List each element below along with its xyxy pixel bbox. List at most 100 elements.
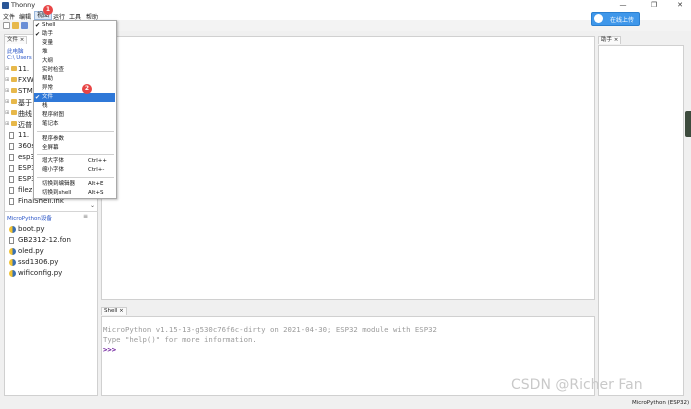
step-badge: 1 xyxy=(43,5,53,15)
local-file-item[interactable]: 11. xyxy=(18,131,29,139)
view-menu-item[interactable]: 异常 xyxy=(34,84,115,93)
folder-icon xyxy=(11,99,17,104)
assistant-panel xyxy=(598,45,684,396)
shell-output-line: MicroPython v1.15-13-g530c76f6c-dirty on… xyxy=(103,325,437,334)
code-editor[interactable] xyxy=(101,36,595,300)
view-menu-item-label: 异常 xyxy=(42,85,54,91)
local-file-item[interactable]: filezi xyxy=(18,186,34,194)
python-file-icon xyxy=(9,248,16,255)
upload-button-label: 在线上传 xyxy=(610,17,635,24)
view-menu-item-label: 切换到shell xyxy=(42,190,72,196)
local-file-item[interactable]: 迈普 xyxy=(18,120,32,130)
device-menu-icon[interactable]: ≡ xyxy=(83,213,88,220)
local-file-item[interactable]: 11. xyxy=(18,65,29,73)
side-handle[interactable] xyxy=(685,111,691,137)
view-menu-item[interactable]: 变量 xyxy=(34,39,115,48)
tab-assistant[interactable]: 助手 × xyxy=(598,36,622,44)
local-file-item[interactable]: FXW xyxy=(18,76,34,84)
menu-separator xyxy=(37,131,114,132)
expand-toggle-icon[interactable]: ⊞ xyxy=(5,88,9,94)
python-file-icon xyxy=(9,270,16,277)
device-file-item[interactable]: wificonfig.py xyxy=(18,269,62,277)
expand-toggle-icon[interactable]: ⊞ xyxy=(5,77,9,83)
expand-toggle-icon[interactable]: ⊞ xyxy=(5,110,9,116)
window-title: Thonny xyxy=(11,1,36,9)
divider xyxy=(4,211,98,212)
step-badge: 2 xyxy=(82,84,92,94)
python-file-icon xyxy=(9,226,16,233)
python-file-icon xyxy=(9,259,16,266)
shortcut-label: Alt+E xyxy=(88,181,104,187)
device-file-item[interactable]: ssd1306.py xyxy=(18,258,58,266)
minimize-button[interactable]: — xyxy=(614,0,632,11)
device-file-item[interactable]: oled.py xyxy=(18,247,44,255)
device-section-title: MicroPython设备 xyxy=(7,216,52,222)
view-menu-item[interactable]: 笔记本 xyxy=(34,120,115,129)
view-menu-item[interactable]: ✔ 助手 xyxy=(34,30,115,39)
menu-separator xyxy=(37,177,114,178)
shortcut-label: Ctrl++ xyxy=(88,158,108,164)
local-file-item[interactable]: 曲线 xyxy=(18,109,32,119)
view-menu-item[interactable]: 实时检查 xyxy=(34,66,115,75)
thonny-logo-icon xyxy=(2,2,9,9)
folder-icon xyxy=(11,110,17,115)
folder-icon xyxy=(11,77,17,82)
view-menu-item-label: 实时检查 xyxy=(42,67,65,73)
view-menu-item[interactable]: ✔ Shell xyxy=(34,21,115,30)
view-menu-item[interactable]: 程序树图 xyxy=(34,111,115,120)
view-menu-item[interactable]: 帮助 xyxy=(34,75,115,84)
checkmark-icon: ✔ xyxy=(35,22,41,29)
interpreter-status[interactable]: MicroPython (ESP32) xyxy=(632,400,689,406)
folder-icon xyxy=(11,66,17,71)
view-menu-item-label: 程序参数 xyxy=(42,136,65,142)
local-path[interactable]: C:\ Users xyxy=(7,55,32,61)
view-menu-item-label: 助手 xyxy=(42,31,54,37)
checkmark-icon: ✔ xyxy=(35,94,41,101)
shortcut-label: Ctrl+- xyxy=(88,167,105,173)
view-menu-item-label: 大纲 xyxy=(42,58,54,64)
close-button[interactable]: ✕ xyxy=(671,0,689,11)
maximize-button[interactable]: ❐ xyxy=(645,0,663,11)
title-bar xyxy=(0,0,691,11)
folder-icon xyxy=(11,121,17,126)
view-menu-item-label: 栈 xyxy=(42,103,48,109)
view-menu-item[interactable]: 缩小字体 Ctrl+- xyxy=(34,166,115,175)
scroll-down-icon[interactable]: ⌄ xyxy=(90,202,95,209)
device-file-item[interactable]: GB2312-12.fon xyxy=(18,236,71,244)
open-folder-icon[interactable] xyxy=(12,22,19,29)
menu-bar xyxy=(0,11,691,20)
view-menu-item[interactable]: 大纲 xyxy=(34,57,115,66)
view-menu-item[interactable]: 增大字体 Ctrl++ xyxy=(34,157,115,166)
file-icon xyxy=(9,237,14,244)
folder-icon xyxy=(11,88,17,93)
device-file-item[interactable]: boot.py xyxy=(18,225,45,233)
tab-files[interactable]: 文件 × xyxy=(4,36,28,44)
view-menu-item-label: 切换到编辑器 xyxy=(42,181,76,187)
view-menu-item[interactable]: ✔ 文件 xyxy=(34,93,115,102)
view-menu-item-label: 笔记本 xyxy=(42,121,59,127)
tab-shell[interactable]: Shell × xyxy=(101,307,127,315)
file-icon xyxy=(9,132,14,139)
local-section-title: 此电脑 xyxy=(7,49,24,55)
view-menu-item[interactable]: 程序参数 xyxy=(34,135,115,144)
cloud-upload-icon xyxy=(594,14,603,23)
view-menu-item[interactable]: 全屏幕 xyxy=(34,144,115,153)
shell-prompt[interactable]: >>> xyxy=(103,345,116,354)
expand-toggle-icon[interactable]: ⊞ xyxy=(5,121,9,127)
view-menu-item-label: 缩小字体 xyxy=(42,167,65,173)
view-menu-item[interactable]: 切换到shell Alt+S xyxy=(34,189,115,198)
file-icon xyxy=(9,143,14,150)
expand-toggle-icon[interactable]: ⊞ xyxy=(5,66,9,72)
new-file-icon[interactable] xyxy=(3,22,10,29)
view-menu-item[interactable]: 堆 xyxy=(34,48,115,57)
local-file-item[interactable]: STM xyxy=(18,87,33,95)
file-icon xyxy=(9,187,14,194)
local-file-item[interactable]: 基于 xyxy=(18,98,32,108)
view-menu-item[interactable]: 栈 xyxy=(34,102,115,111)
view-menu-item[interactable]: 切换到编辑器 Alt+E xyxy=(34,180,115,189)
save-icon[interactable] xyxy=(21,22,28,29)
view-menu-item-label: 程序树图 xyxy=(42,112,65,118)
expand-toggle-icon[interactable]: ⊞ xyxy=(5,99,9,105)
view-menu-item-label: Shell xyxy=(42,22,56,28)
checkmark-icon: ✔ xyxy=(35,31,41,38)
